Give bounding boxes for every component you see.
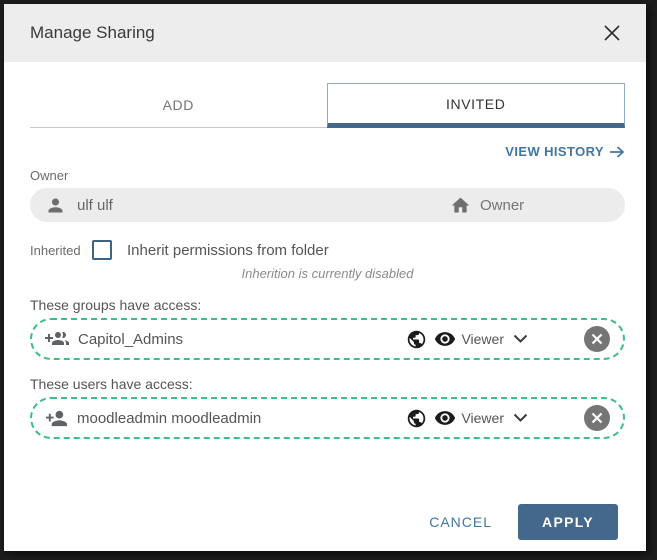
users-access-label: These users have access: — [30, 376, 625, 392]
chevron-down-icon — [513, 334, 528, 344]
user-access-row: moodleadmin moodleadmin Viewer — [30, 397, 625, 439]
manage-sharing-dialog: Manage Sharing ADD INVITED VIEW HISTORY … — [4, 4, 646, 551]
group-access-row: Capitol_Admins Viewer — [30, 318, 625, 360]
dialog-footer: CANCEL APPLY — [30, 496, 625, 551]
tab-bar: ADD INVITED — [30, 83, 625, 128]
view-history-link[interactable]: VIEW HISTORY — [505, 144, 625, 159]
x-icon — [603, 24, 621, 42]
remove-group-button[interactable] — [584, 326, 610, 352]
tab-add[interactable]: ADD — [30, 83, 327, 128]
history-row: VIEW HISTORY — [30, 144, 625, 159]
person-add-icon — [45, 407, 68, 430]
eye-icon — [434, 407, 456, 429]
globe-icon — [406, 329, 427, 350]
inherit-checkbox[interactable] — [92, 240, 112, 260]
owner-role-label: Owner — [480, 197, 524, 214]
groups-access-label: These groups have access: — [30, 297, 625, 313]
inherited-row: Inherited Inherit permissions from folde… — [30, 240, 625, 260]
owner-row: ulf ulf Owner — [30, 188, 625, 222]
owner-label: Owner — [30, 168, 625, 183]
group-permission-value: Viewer — [461, 331, 504, 347]
owner-role: Owner — [450, 195, 524, 216]
x-circle-icon — [591, 412, 603, 424]
user-name: moodleadmin moodleadmin — [77, 410, 261, 427]
tab-invited[interactable]: INVITED — [327, 83, 626, 128]
x-circle-icon — [591, 333, 603, 345]
inherit-checkbox-label: Inherit permissions from folder — [127, 242, 329, 259]
user-row-controls: Viewer — [406, 405, 610, 431]
inherited-label: Inherited — [30, 243, 92, 258]
remove-user-button[interactable] — [584, 405, 610, 431]
dialog-header: Manage Sharing — [4, 4, 646, 62]
dialog-title: Manage Sharing — [30, 23, 155, 43]
user-permission-dropdown[interactable]: Viewer — [456, 410, 528, 426]
cancel-button[interactable]: CANCEL — [407, 504, 514, 540]
eye-icon — [434, 328, 456, 350]
owner-name: ulf ulf — [77, 197, 113, 214]
user-permission-value: Viewer — [461, 410, 504, 426]
dialog-content: ADD INVITED VIEW HISTORY Owner ulf ulf — [4, 62, 646, 551]
group-row-controls: Viewer — [406, 326, 610, 352]
globe-icon — [406, 408, 427, 429]
arrow-right-icon — [609, 146, 625, 158]
group-name: Capitol_Admins — [78, 331, 183, 348]
home-icon — [450, 195, 471, 216]
apply-button[interactable]: APPLY — [518, 504, 618, 540]
group-add-icon — [45, 327, 69, 351]
group-permission-dropdown[interactable]: Viewer — [456, 331, 528, 347]
view-history-label: VIEW HISTORY — [505, 144, 604, 159]
person-icon — [45, 195, 66, 216]
close-button[interactable] — [600, 21, 624, 45]
inheritance-status-note: Inherition is currently disabled — [30, 266, 625, 281]
chevron-down-icon — [513, 413, 528, 423]
